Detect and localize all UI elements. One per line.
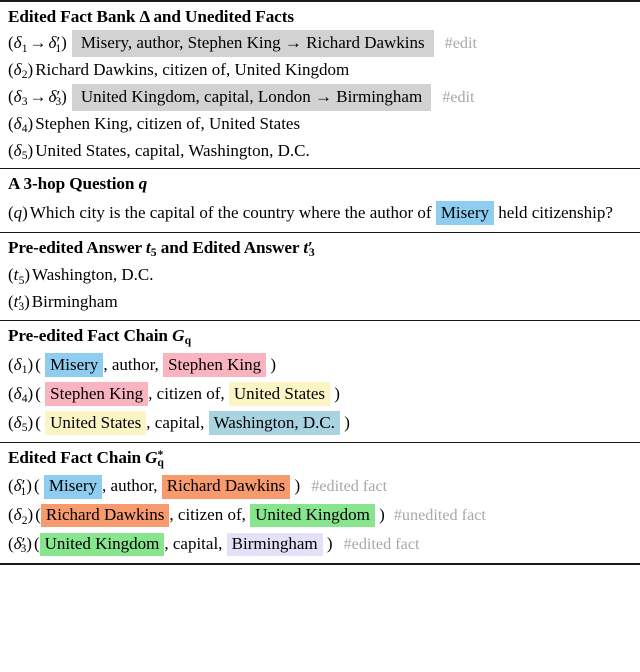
chain-label-delta2: (δ2) bbox=[8, 505, 34, 527]
fact-text: Richard Dawkins, citizen of, United King… bbox=[35, 60, 350, 80]
fact-label-delta3-edited: (δ3 → δ′3) bbox=[8, 87, 67, 109]
triple-object: Washington, D.C. bbox=[208, 411, 341, 435]
edited-chain-row: (δ′3)(United Kingdom, capital, Birmingha… bbox=[8, 530, 634, 559]
triple-relation: , author, bbox=[103, 354, 159, 374]
pre-chain-row: (δ1)( Misery, author, Stephen King ) bbox=[8, 351, 634, 380]
triple-close-paren: ) bbox=[334, 383, 340, 403]
fact-bank-row-2: (δ2) Richard Dawkins, citizen of, United … bbox=[8, 57, 634, 84]
triple-subject: United Kingdom bbox=[39, 532, 165, 557]
question-entity-highlight: Misery bbox=[435, 200, 494, 225]
question-text-before: Which city is the capital of the country… bbox=[29, 202, 432, 222]
answer-row-edited: (t′3) Birmingham bbox=[8, 289, 634, 316]
fact-text: United States, capital, Washington, D.C. bbox=[35, 140, 310, 160]
chain-label-delta5: (δ5) bbox=[8, 412, 34, 434]
pre-chain-row: (δ4)( Stephen King, citizen of, United S… bbox=[8, 380, 634, 409]
triple-close-paren: ) bbox=[344, 412, 350, 432]
answer-text: Washington, D.C. bbox=[32, 265, 154, 285]
triple-relation: , citizen of, bbox=[169, 505, 246, 525]
fact-text-boxed: Misery, author, Stephen King → Richard D… bbox=[71, 30, 434, 57]
triple-relation: , capital, bbox=[164, 534, 223, 554]
section-answers: Pre-edited Answer t5 and Edited Answer t… bbox=[0, 233, 640, 320]
section-fact-bank: Edited Fact Bank Δ and Unedited Facts (δ… bbox=[0, 2, 640, 168]
fact-bank-heading: Edited Fact Bank Δ and Unedited Facts bbox=[8, 7, 294, 26]
triple-object: United Kingdom bbox=[250, 503, 375, 528]
triple-subject: Richard Dawkins bbox=[40, 503, 170, 528]
edited-chain-row: (δ′1)( Misery, author, Richard Dawkins )… bbox=[8, 472, 634, 501]
edit-tag: #edit bbox=[444, 34, 478, 53]
fact-label-delta5: (δ5) bbox=[8, 140, 34, 162]
answer-row-preedited: (t5) Washington, D.C. bbox=[8, 262, 634, 289]
figure-panel: Edited Fact Bank Δ and Unedited Facts (δ… bbox=[0, 0, 640, 672]
answer-label-t5: (t5) bbox=[8, 265, 31, 287]
triple-subject: United States bbox=[45, 411, 147, 435]
triple-close-paren: ) bbox=[379, 505, 385, 525]
pre-chain-row: (δ5)( United States, capital, Washington… bbox=[8, 409, 634, 438]
triple-relation: , capital, bbox=[146, 412, 205, 432]
triple-close-paren: ) bbox=[326, 534, 333, 554]
fact-bank-row-1: (δ1 → δ′1) Misery, author, Stephen King → R… bbox=[8, 30, 634, 57]
chain-label-delta1: (δ1) bbox=[8, 354, 34, 377]
edited-chain-heading: Edited Fact Chain G*q bbox=[8, 447, 164, 469]
triple-object: Richard Dawkins bbox=[161, 474, 291, 499]
fact-bank-row-4: (δ4) Stephen King, citizen of, United Sta… bbox=[8, 111, 634, 138]
edited-fact-tag: #edited fact bbox=[343, 535, 420, 554]
triple-relation: , author, bbox=[102, 476, 158, 496]
triple-open-paren: ( bbox=[33, 476, 40, 496]
triple-close-paren: ) bbox=[294, 476, 301, 496]
section-question: A 3-hop Question q (q) Which city is the … bbox=[0, 169, 640, 231]
triple-open-paren: ( bbox=[35, 412, 41, 432]
question-heading-symbol: q bbox=[138, 174, 148, 194]
question-text-after: held citizenship? bbox=[498, 202, 613, 222]
triple-close-paren: ) bbox=[270, 354, 277, 374]
pre-chain-heading: Pre-edited Fact Chain Gq bbox=[8, 326, 191, 348]
edited-chain-row: (δ2)(Richard Dawkins, citizen of, United… bbox=[8, 501, 634, 530]
chain-label-delta4: (δ4) bbox=[8, 383, 34, 406]
fact-label-delta4: (δ4) bbox=[8, 113, 34, 136]
triple-open-paren: ( bbox=[35, 383, 41, 403]
fact-label-delta2: (δ2) bbox=[8, 60, 34, 82]
triple-subject: Misery bbox=[45, 353, 104, 377]
answer-text: Birmingham bbox=[31, 292, 118, 312]
answer-label-t3-prime: (t′3) bbox=[8, 292, 30, 314]
fact-text: Stephen King, citizen of, United States bbox=[35, 113, 301, 133]
unedited-fact-tag: #unedited fact bbox=[393, 506, 486, 525]
fact-bank-row-5: (δ5) United States, capital, Washington, … bbox=[8, 138, 634, 165]
section-pre-edited-chain: Pre-edited Fact Chain Gq (δ1)( Misery, a… bbox=[0, 321, 640, 442]
fact-bank-row-3: (δ3 → δ′3) United Kingdom, capital, London … bbox=[8, 84, 634, 111]
chain-label-delta1-prime: (δ′1) bbox=[8, 476, 32, 498]
triple-open-paren: ( bbox=[35, 354, 41, 374]
triple-relation: , citizen of, bbox=[148, 383, 225, 403]
question-heading: A 3-hop Question q bbox=[8, 174, 148, 194]
triple-object: Stephen King bbox=[163, 353, 267, 377]
triple-subject: Misery bbox=[43, 474, 103, 499]
question-label: (q) bbox=[8, 202, 28, 222]
edit-tag: #edit bbox=[442, 88, 475, 107]
edited-fact-tag: #edited fact bbox=[311, 477, 388, 496]
triple-object: Birmingham bbox=[226, 532, 323, 557]
section-edited-chain: Edited Fact Chain G*q (δ′1)( Misery, aut… bbox=[0, 443, 640, 564]
triple-object: United States bbox=[228, 382, 331, 406]
triple-subject: Stephen King bbox=[45, 382, 149, 406]
chain-label-delta3-prime: (δ′3) bbox=[8, 534, 32, 556]
question-row: (q) Which city is the capital of the coun… bbox=[8, 198, 634, 228]
rule-bottom bbox=[0, 563, 640, 566]
fact-label-delta1-edited: (δ1 → δ′1) bbox=[8, 33, 67, 55]
fact-text-boxed: United Kingdom, capital, London → Birmin… bbox=[71, 84, 432, 111]
answers-heading: Pre-edited Answer t5 and Edited Answer t… bbox=[8, 237, 315, 259]
